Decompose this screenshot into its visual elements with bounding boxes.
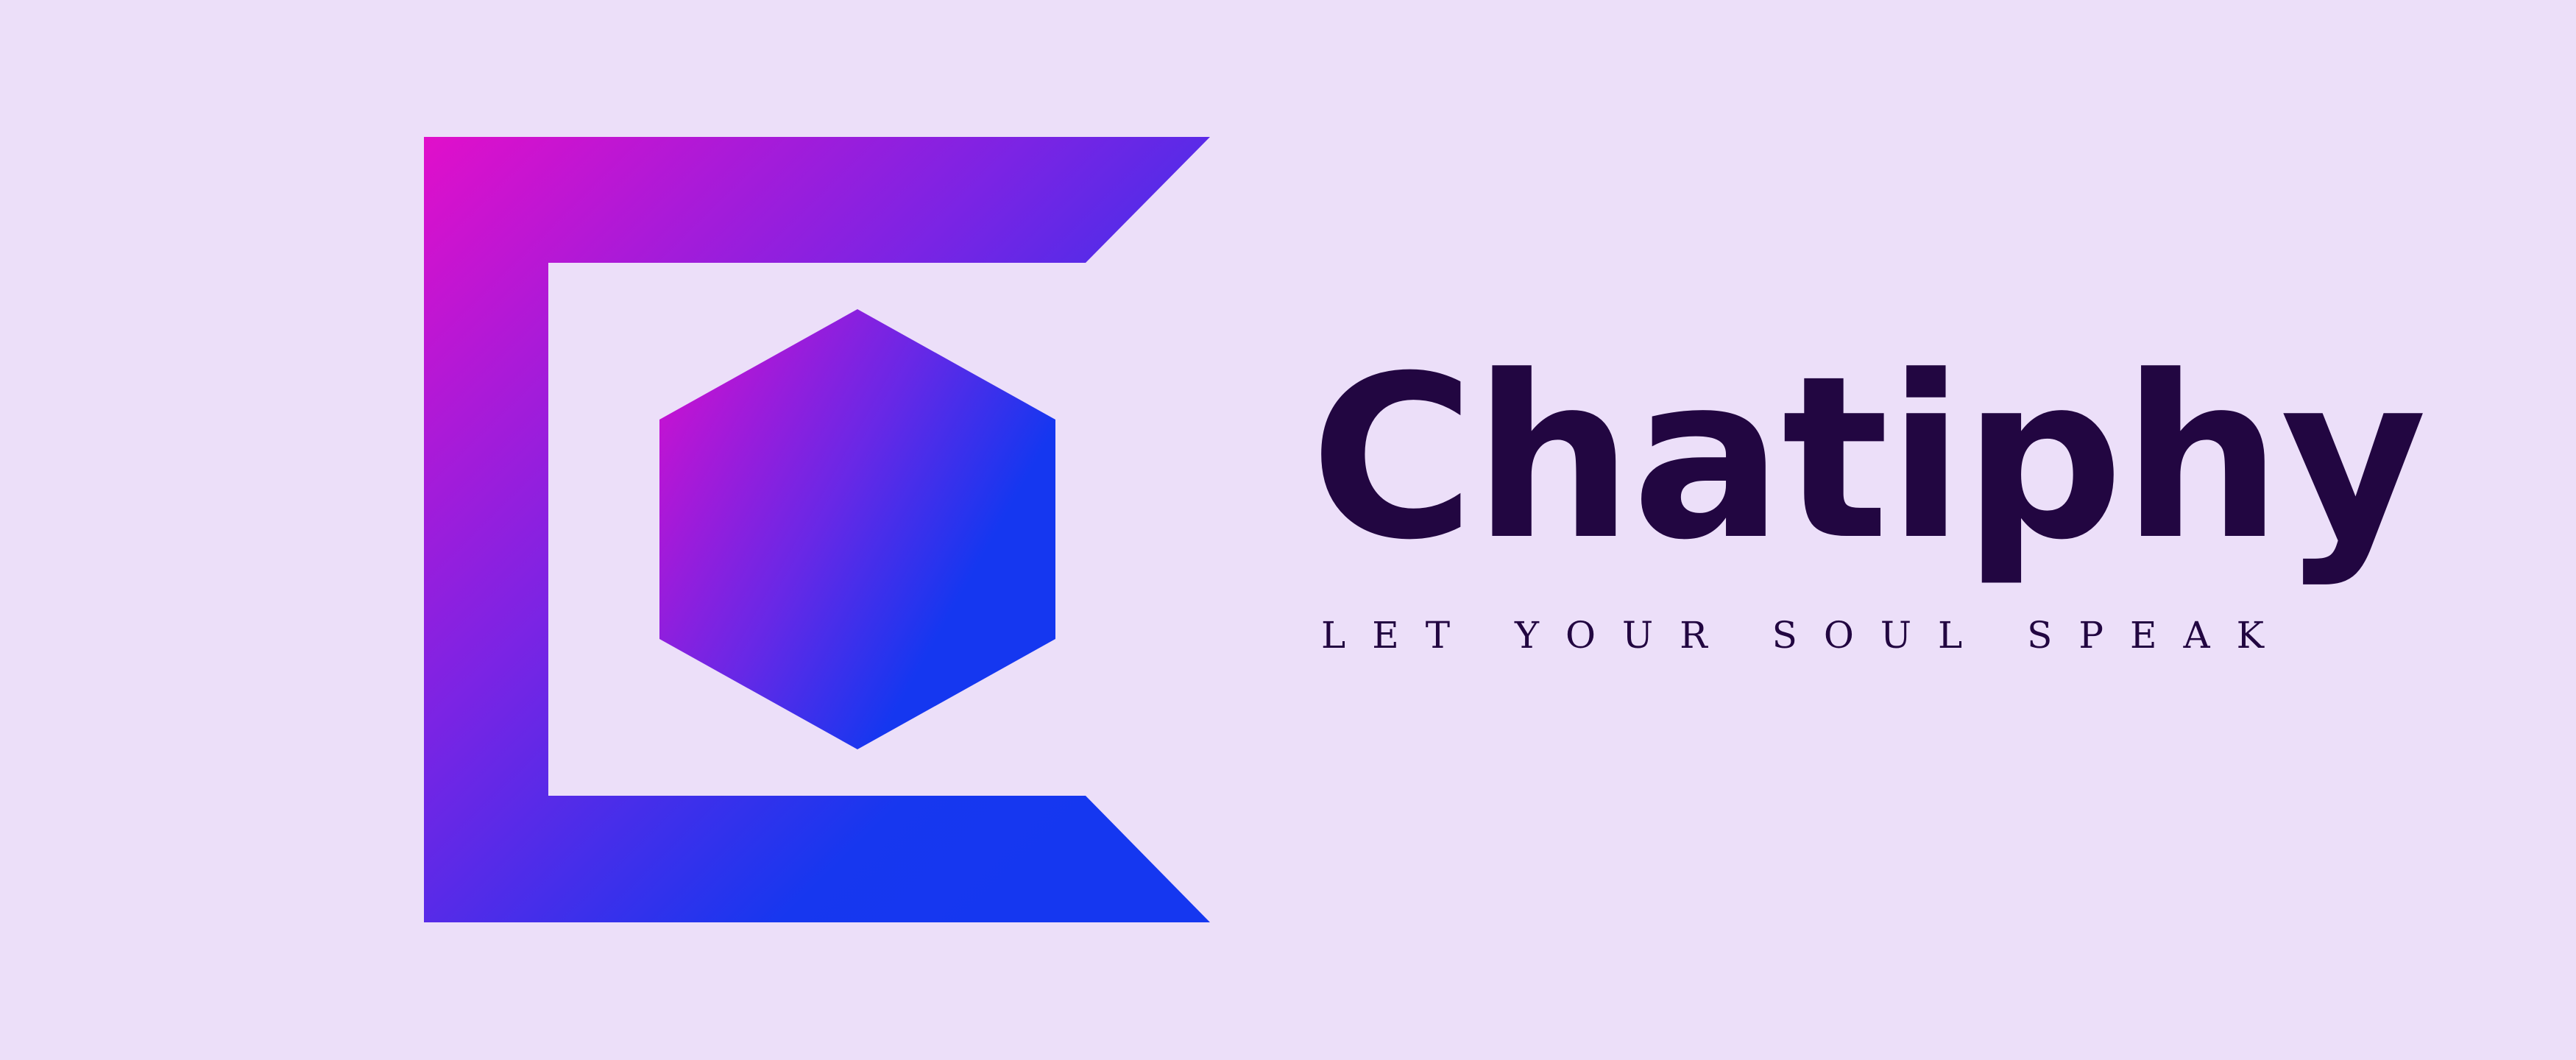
brand-tagline: LET YOUR SOUL SPEAK [1321, 614, 2290, 657]
brand-name: Chatiphy [1310, 328, 2427, 589]
hexagon-shape [659, 309, 1055, 749]
